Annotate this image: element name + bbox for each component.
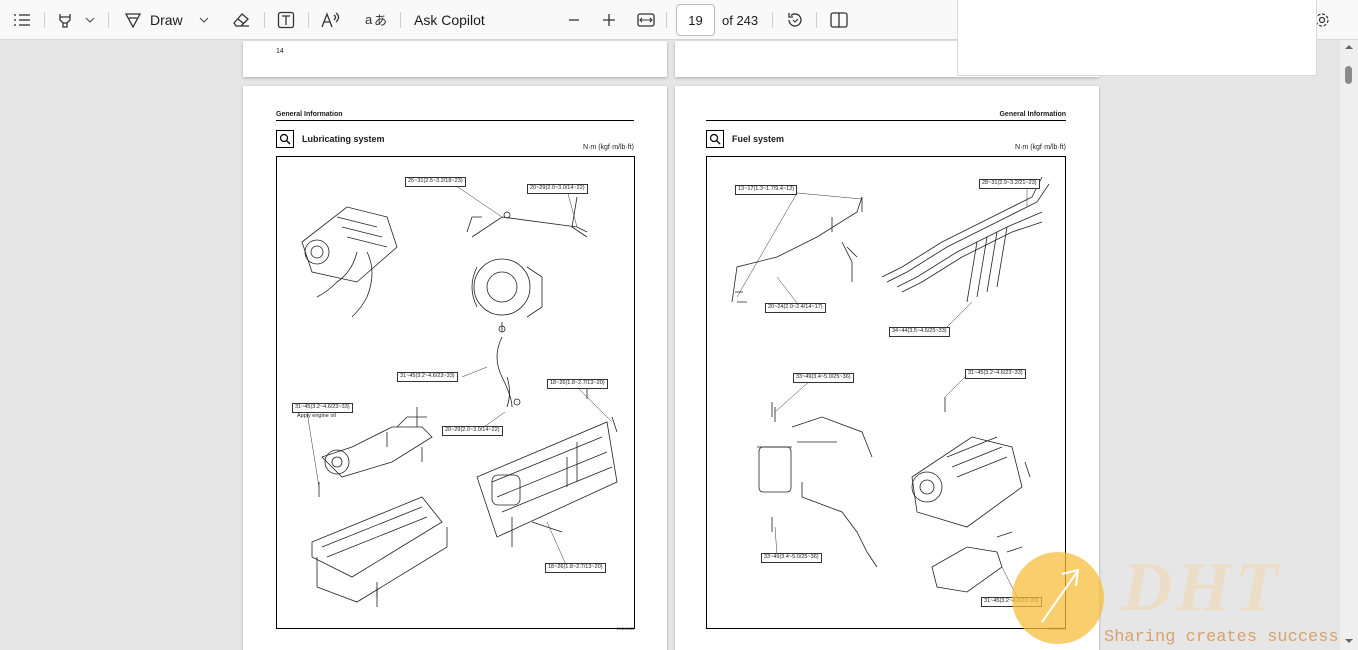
chevron-down-icon[interactable] — [196, 0, 212, 40]
watermark-circle — [1012, 552, 1104, 644]
chevron-down-icon[interactable] — [82, 0, 98, 40]
torque-unit: N·m (kgf·m/lb·ft) — [583, 144, 634, 151]
torque-label: 28~31(2.9~3.2/21~23) — [979, 179, 1040, 189]
highlight-icon[interactable] — [52, 0, 78, 40]
page-view-icon[interactable] — [826, 0, 852, 40]
watermark-logo: DHT — [1122, 549, 1282, 626]
search-wrench-icon — [276, 130, 294, 148]
page-total: of 243 — [722, 12, 759, 28]
draw-button[interactable]: Draw — [150, 0, 190, 40]
page-number: 14 — [276, 48, 284, 55]
torque-label: 25~31(2.5~3.2/18~23) — [405, 177, 466, 187]
torque-label: 33~49(3.4~5.0/25~36) — [793, 373, 854, 383]
ask-copilot-button[interactable]: Ask Copilot — [414, 0, 494, 40]
text-icon[interactable] — [272, 0, 300, 40]
contents-icon[interactable] — [8, 0, 36, 40]
page-number-input[interactable]: 19 — [676, 4, 715, 36]
torque-label: 31~45(3.2~4.6/23~33) — [965, 369, 1026, 379]
torque-label: 34~44(3.5~4.5/25~33) — [889, 327, 950, 337]
page-header: General Information — [276, 111, 343, 118]
section-title: Lubricating system — [276, 130, 385, 148]
document-page-lubricating: General Information Lubricating system N… — [243, 86, 667, 650]
svg-text:a: a — [365, 12, 373, 27]
previous-page-left: 14 — [243, 41, 667, 77]
torque-label: 31~45(3.2~4.6/23~33) — [397, 372, 458, 382]
torque-label: 31~45(3.2~4.6/23~33) — [292, 403, 353, 413]
rotate-icon[interactable] — [782, 0, 808, 40]
search-wrench-icon — [706, 130, 724, 148]
torque-label: 13~17(1.3~1.7/9.4~12) — [735, 185, 798, 195]
zoom-in-icon[interactable] — [598, 0, 620, 40]
scroll-down-icon[interactable] — [1340, 636, 1358, 646]
figure-code: EMB10080 — [616, 627, 634, 631]
zoom-out-icon[interactable] — [564, 0, 584, 40]
scroll-up-icon[interactable] — [1340, 42, 1358, 52]
torque-label: 18~26(1.8~2.7/13~20) — [545, 563, 606, 573]
vertical-scrollbar[interactable] — [1340, 40, 1358, 650]
fit-width-icon[interactable] — [634, 0, 658, 40]
lubricating-system-diagram — [301, 182, 618, 607]
scrollbar-thumb[interactable] — [1345, 66, 1352, 84]
torque-label: 20~29(2.0~3.0/14~22) — [442, 426, 503, 436]
copilot-popup-panel — [957, 0, 1317, 76]
section-title: Fuel system — [706, 130, 784, 148]
torque-label: 18~26(1.8~2.7/13~20) — [547, 379, 608, 389]
draw-icon[interactable] — [120, 0, 146, 40]
page-header: General Information — [999, 111, 1066, 118]
torque-label: 20~24(2.0~2.4/14~17) — [765, 303, 826, 313]
read-aloud-icon[interactable] — [318, 0, 344, 40]
translate-icon[interactable]: aあ — [362, 0, 390, 40]
arrow-icon — [1041, 568, 1080, 623]
diagram-frame: 25~31(2.5~3.2/18~23) 20~29(2.0~3.0/14~22… — [276, 156, 635, 629]
torque-label: 33~49(3.4~5.0/25~36) — [761, 553, 822, 563]
watermark-tagline: Sharing creates success — [1104, 628, 1339, 647]
torque-label: 20~29(2.0~3.0/14~22) — [527, 184, 588, 194]
svg-text:あ: あ — [374, 14, 387, 28]
torque-unit: N·m (kgf·m/lb·ft) — [1015, 144, 1066, 151]
eraser-icon[interactable] — [228, 0, 254, 40]
note-text: Apply engine oil — [297, 413, 336, 419]
